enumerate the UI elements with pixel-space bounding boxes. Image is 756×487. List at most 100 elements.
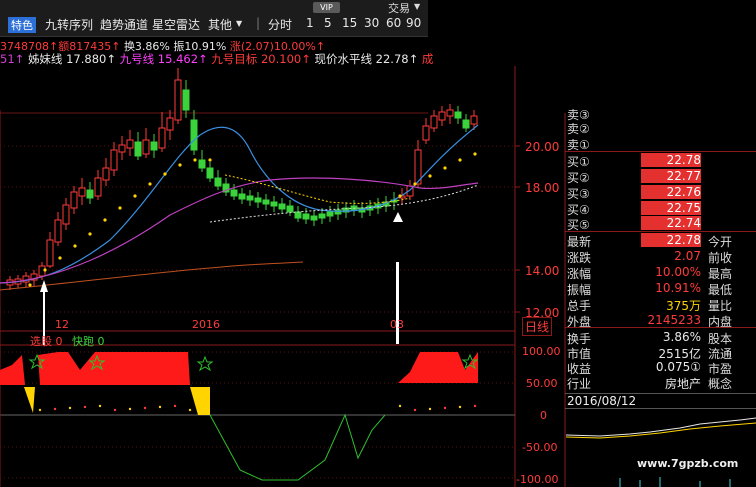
candle-body — [446, 109, 454, 117]
sell-row: 卖③ — [565, 106, 756, 122]
indicator-yellow-block-1 — [190, 387, 210, 415]
stat-row: 振幅 10.91% 最低 — [565, 281, 756, 297]
candle-body — [470, 115, 478, 125]
stat-label: 最新 — [567, 235, 592, 249]
stat-label: 振幅 — [567, 283, 592, 297]
period-daily-label[interactable]: 日线 — [522, 317, 553, 336]
buy-price: 22.78 — [641, 153, 701, 167]
buy-row[interactable]: 买① 22.78 — [565, 153, 756, 169]
sell-row: 卖① — [565, 136, 756, 152]
stat-row: 行业 房地产 概念 — [565, 375, 756, 391]
stat-value: 375万 — [666, 299, 701, 313]
indicator-dot — [98, 404, 102, 408]
candle-body — [198, 159, 206, 169]
support-dot — [163, 172, 167, 176]
candle-body — [326, 211, 334, 217]
support-dot — [458, 158, 462, 162]
stat-right-label: 今开 — [708, 235, 733, 249]
candle-body — [294, 211, 302, 219]
support-dot — [193, 158, 197, 162]
support-dot — [88, 232, 92, 236]
candle-body — [46, 239, 54, 267]
stat-value: 2145233 — [647, 313, 701, 327]
indicator-dot — [458, 405, 462, 409]
support-dot — [398, 194, 402, 198]
legend-run-value: 0 — [97, 335, 105, 348]
indicator-axis-label: 50.00 — [526, 377, 558, 390]
candle-body — [126, 139, 134, 149]
buy-row[interactable]: 买② 22.77 — [565, 169, 756, 185]
candle-body — [102, 167, 110, 181]
indicator-dot — [398, 404, 402, 408]
stat-value: 0.075① — [655, 360, 701, 374]
indicator-dot-series — [38, 404, 477, 412]
indicator-dot — [158, 405, 162, 409]
indicator-dot — [68, 406, 72, 410]
stat-right-label: 最高 — [708, 267, 733, 281]
stat-row: 涨幅 10.00% 最高 — [565, 265, 756, 281]
buy-row[interactable]: 买④ 22.75 — [565, 201, 756, 217]
buy-label: 买① — [567, 155, 590, 169]
stat-label: 总手 — [567, 299, 592, 313]
stat-row: 涨跌 2.07 前收 — [565, 249, 756, 265]
stat-right-label: 概念 — [708, 377, 733, 391]
watermark: www.7gpzb.com — [637, 457, 739, 470]
candle-body — [254, 197, 262, 203]
stat-row: 换手 3.86% 股本 — [565, 330, 756, 346]
candle-body — [286, 205, 294, 213]
support-dot — [428, 174, 432, 178]
indicator-yellow-block-0 — [24, 387, 35, 413]
buy-price: 22.75 — [641, 201, 701, 215]
stat-row: 市值 2515亿 流通 — [565, 345, 756, 361]
stat-row: 外盘 2145233 内盘 — [565, 313, 756, 329]
support-dot — [73, 244, 77, 248]
stat-right-label: 最低 — [708, 283, 733, 297]
price-axis-label: 20.00 — [525, 140, 560, 154]
support-dot — [28, 283, 32, 287]
indicator-dot — [188, 408, 192, 412]
indicator-dot — [128, 407, 132, 411]
sell-label: 卖② — [567, 122, 590, 136]
support-dot — [208, 158, 212, 162]
stat-value: 房地产 — [664, 377, 701, 391]
support-dot — [473, 152, 477, 156]
stat-label: 涨幅 — [567, 267, 592, 281]
buy-price: 22.76 — [641, 185, 701, 199]
candle-body — [462, 119, 470, 129]
candle-body — [334, 209, 342, 215]
candle-body — [454, 111, 462, 119]
candle-body — [166, 117, 174, 131]
candle-body — [438, 111, 446, 121]
candle-body — [70, 191, 78, 209]
candle-body — [142, 139, 150, 155]
stat-value: 3.86% — [662, 330, 701, 344]
candle-body — [230, 189, 238, 197]
stat-label: 行业 — [567, 377, 592, 391]
candle-body — [310, 215, 318, 221]
sell-row: 卖② — [565, 120, 756, 136]
support-dot — [443, 166, 447, 170]
date-axis-label: 03 — [390, 318, 404, 331]
indicator-dot — [83, 405, 87, 409]
candle-body — [246, 195, 254, 201]
indicator-red-block-0 — [0, 355, 25, 385]
buy-row[interactable]: 买③ 22.76 — [565, 185, 756, 201]
stat-value: 22.78 — [641, 233, 701, 247]
candle-body — [318, 213, 326, 219]
indicator-dot — [428, 407, 432, 411]
buy-price: 22.74 — [641, 216, 701, 230]
buy-price: 22.77 — [641, 169, 701, 183]
stat-right-label: 量比 — [708, 299, 733, 313]
indicator-dot — [473, 404, 477, 408]
candle-body — [270, 201, 278, 207]
mini-chart-date: 2016/08/12 — [565, 393, 756, 409]
candle-body — [54, 219, 62, 243]
date-axis-label: 2016 — [192, 318, 220, 331]
buy-row[interactable]: 买⑤ 22.74 — [565, 216, 756, 232]
candle-body — [422, 125, 430, 141]
support-dot — [58, 256, 62, 260]
candle-body — [182, 89, 190, 111]
indicator-axis-label: 0 — [540, 409, 547, 422]
support-dot — [118, 206, 122, 210]
support-dot-series — [28, 152, 477, 287]
